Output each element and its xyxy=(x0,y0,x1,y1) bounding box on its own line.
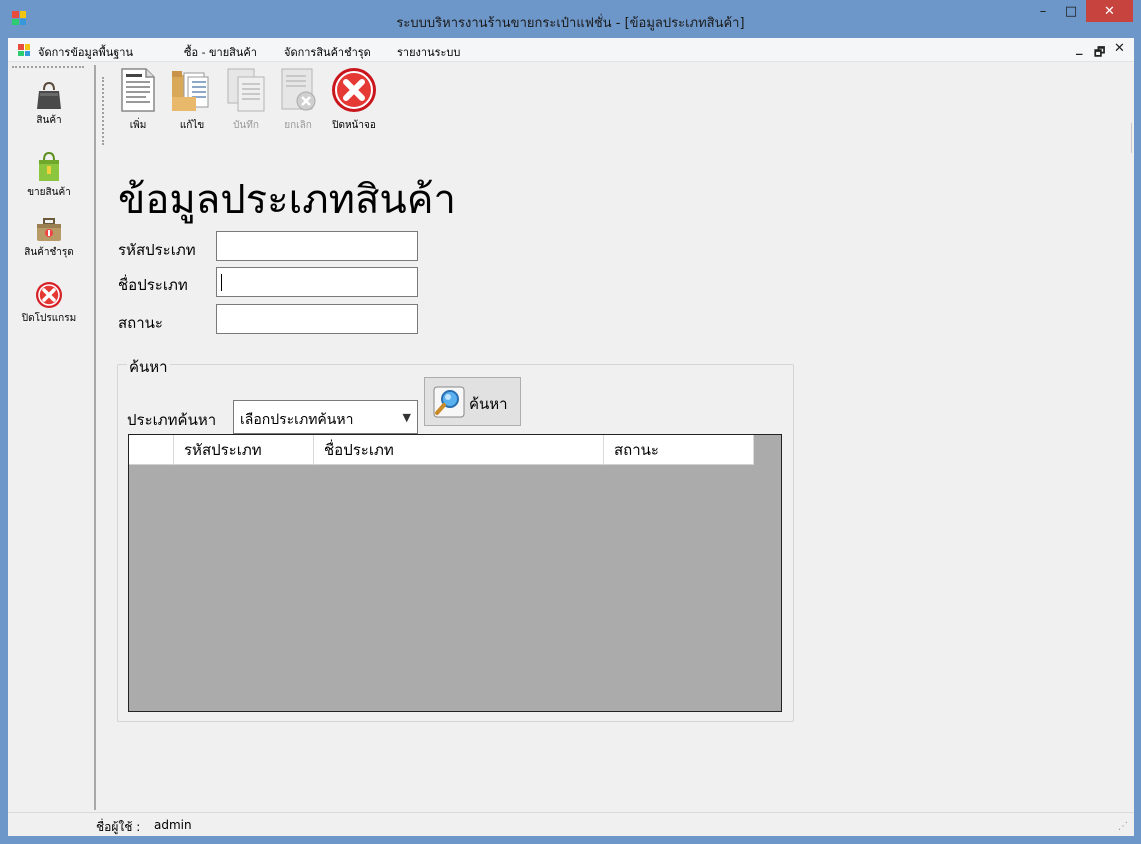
status-input[interactable] xyxy=(216,304,418,334)
search-group-label: ค้นหา xyxy=(127,355,170,379)
app-window: ระบบบริหารงานร้านขายกระเป๋าแฟชั่น - [ข้อ… xyxy=(0,0,1141,844)
chevron-down-icon: ▼ xyxy=(402,411,411,424)
toolbar-edge xyxy=(1131,123,1132,153)
close-screen-button-label: ปิดหน้าจอ xyxy=(332,120,376,131)
close-circle-icon xyxy=(36,282,62,308)
toolstrip-grip[interactable] xyxy=(12,66,84,68)
sidebar-item-label: ปิดโปรแกรม xyxy=(21,313,77,324)
close-screen-button[interactable]: ปิดหน้าจอ xyxy=(324,67,384,133)
status-user-value: admin xyxy=(154,818,192,832)
menu-damaged-goods[interactable]: จัดการสินค้าชำรุด xyxy=(284,43,371,61)
category-name-input[interactable] xyxy=(216,267,418,297)
search-type-label: ประเภทค้นหา xyxy=(127,411,217,429)
mdi-child-icon[interactable] xyxy=(18,44,30,56)
sidebar-item-label: สินค้าชำรุด xyxy=(24,247,74,258)
sidebar-item-exit[interactable]: ปิดโปรแกรม xyxy=(8,281,90,326)
save-button[interactable]: บันทึก xyxy=(216,67,276,133)
search-type-value: เลือกประเภทค้นหา xyxy=(240,412,354,428)
add-button[interactable]: เพิ่ม xyxy=(108,67,168,133)
column-header-name[interactable]: ชื่อประเภท xyxy=(314,435,604,465)
column-header-status[interactable]: สถานะ xyxy=(604,435,754,465)
sidebar-item-label: ขายสินค้า xyxy=(27,187,71,198)
page-title: ข้อมูลประเภทสินค้า xyxy=(118,177,456,223)
save-button-label: บันทึก xyxy=(233,120,259,131)
sidebar-item-damaged[interactable]: สินค้าชำรุด xyxy=(8,217,90,260)
cancel-button[interactable]: ยกเลิก xyxy=(268,67,328,133)
text-caret xyxy=(221,274,222,291)
row-header-cell[interactable] xyxy=(129,435,174,465)
category-name-label: ชื่อประเภท xyxy=(118,276,188,294)
column-header-code[interactable]: รหัสประเภท xyxy=(174,435,314,465)
minimize-button[interactable]: – xyxy=(1030,0,1056,22)
status-label: สถานะ xyxy=(118,314,163,332)
status-bar: ชื่อผู้ใช้ : admin ⋰ xyxy=(8,812,1134,836)
sidebar-item-sell[interactable]: ขายสินค้า xyxy=(8,151,90,200)
search-type-select[interactable]: เลือกประเภทค้นหา ▼ xyxy=(233,400,418,434)
document-icon xyxy=(121,68,155,112)
add-button-label: เพิ่ม xyxy=(129,120,147,131)
close-circle-icon xyxy=(332,68,376,112)
cancel-button-label: ยกเลิก xyxy=(284,120,312,131)
menu-buy-sell[interactable]: ซื้อ - ขายสินค้า xyxy=(184,43,257,61)
sidebar-item-label: สินค้า xyxy=(36,115,62,126)
category-form: เพิ่ม แก้ไข บันทึก ยกเลิก ปิดหน้าจอ ข้อม… xyxy=(96,63,1134,812)
resize-grip-icon[interactable]: ⋰ xyxy=(1118,821,1128,832)
form-toolbar: เพิ่ม แก้ไข บันทึก ยกเลิก ปิดหน้าจอ xyxy=(96,63,1134,155)
copy-docs-icon xyxy=(227,68,265,112)
menu-bar: จัดการข้อมูลพื้นฐาน ซื้อ - ขายสินค้า จัด… xyxy=(8,38,1134,62)
shopping-bag-icon xyxy=(39,151,59,181)
search-button[interactable]: ค้นหา xyxy=(424,377,521,426)
handbag-icon xyxy=(37,81,61,109)
category-code-input[interactable] xyxy=(216,231,418,261)
title-bar[interactable]: ระบบบริหารงานร้านขายกระเป๋าแฟชั่น - [ข้อ… xyxy=(0,0,1141,38)
mdi-close-button[interactable]: ✕ xyxy=(1114,41,1125,56)
edit-button[interactable]: แก้ไข xyxy=(162,67,222,133)
damaged-case-icon xyxy=(37,218,61,241)
toolbar-grip[interactable] xyxy=(102,77,104,145)
search-button-label: ค้นหา xyxy=(469,395,508,413)
edit-button-label: แก้ไข xyxy=(179,120,205,131)
close-window-button[interactable]: ✕ xyxy=(1086,0,1133,22)
category-grid[interactable]: รหัสประเภท ชื่อประเภท สถานะ xyxy=(128,434,782,712)
folder-files-icon xyxy=(172,71,209,111)
mdi-restore-button[interactable]: 🗗 xyxy=(1094,43,1105,64)
grid-header: รหัสประเภท ชื่อประเภท สถานะ xyxy=(129,435,754,465)
maximize-button[interactable]: □ xyxy=(1058,0,1084,22)
sidebar-item-products[interactable]: สินค้า xyxy=(8,81,90,128)
magnifier-icon xyxy=(433,386,465,418)
category-code-label: รหัสประเภท xyxy=(118,241,196,259)
main-client-area: จัดการข้อมูลพื้นฐาน ซื้อ - ขายสินค้า จัด… xyxy=(8,38,1134,836)
window-title: ระบบบริหารงานร้านขายกระเป๋าแฟชั่น - [ข้อ… xyxy=(396,16,745,31)
menu-reports[interactable]: รายงานระบบ xyxy=(397,43,460,61)
doc-cancel-icon xyxy=(281,68,316,111)
left-toolstrip: สินค้า ขายสินค้า สินค้าชำรุด ปิดโปรแกรม xyxy=(8,63,90,812)
status-user-label: ชื่อผู้ใช้ : xyxy=(96,820,141,834)
mdi-minimize-button[interactable]: _ xyxy=(1076,41,1083,56)
menu-master-data[interactable]: จัดการข้อมูลพื้นฐาน xyxy=(38,43,133,61)
